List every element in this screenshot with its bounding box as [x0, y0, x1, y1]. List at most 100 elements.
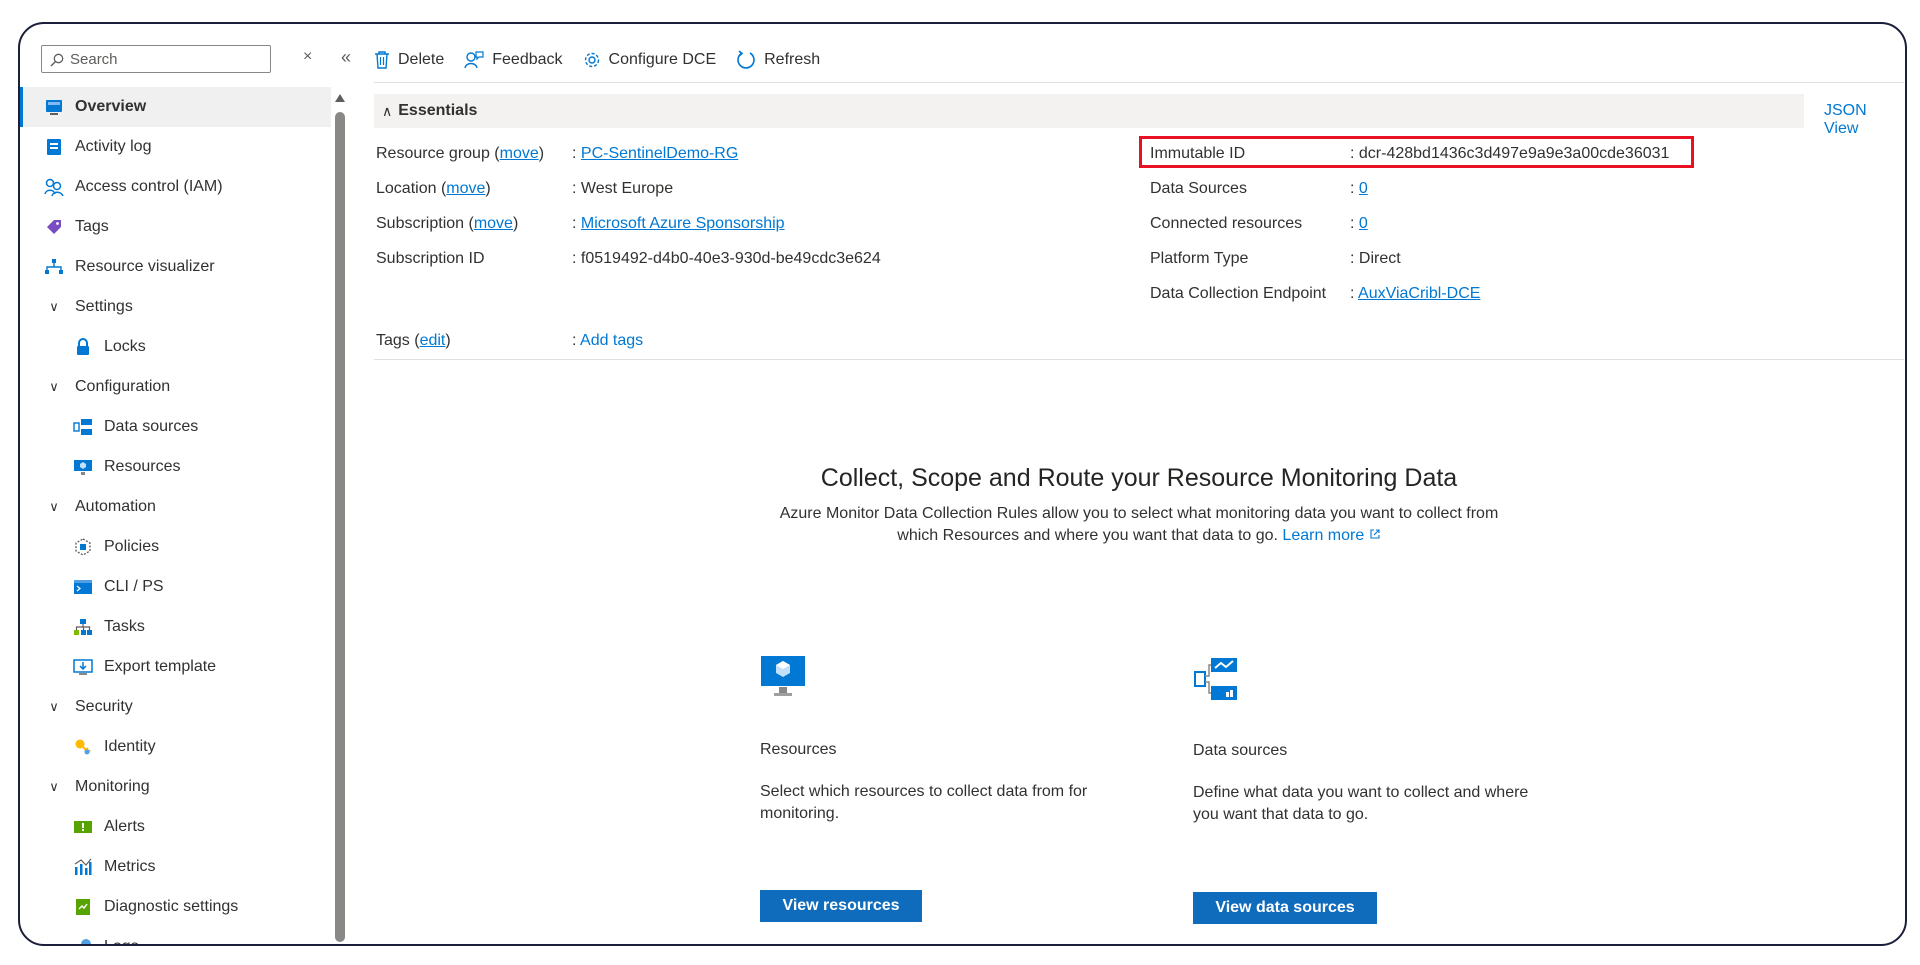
feedback-icon: [464, 51, 484, 69]
location-value: West Europe: [580, 180, 674, 197]
edit-tags-link[interactable]: edit: [420, 332, 446, 349]
sidebar-section-automation[interactable]: ∨ Automation: [20, 487, 331, 527]
delete-button[interactable]: Delete: [374, 51, 444, 69]
tags-label-row: Tags (edit): [376, 332, 451, 349]
overview-icon: [43, 96, 65, 118]
essentials-divider: [374, 359, 1904, 360]
sidebar-item-resources[interactable]: Resources: [20, 447, 331, 487]
alerts-icon: [72, 816, 94, 838]
scrollbar-thumb[interactable]: [335, 112, 345, 942]
sidebar-section-monitoring[interactable]: ∨ Monitoring: [20, 767, 331, 807]
connected-resources-count-link[interactable]: 0: [1359, 215, 1368, 232]
resources-card-icon: [760, 654, 806, 703]
tags-value-row: : Add tags: [572, 332, 643, 350]
sidebar-item-data-sources[interactable]: Data sources: [20, 407, 331, 447]
sidebar-item-access-control[interactable]: Access control (IAM): [20, 167, 331, 207]
sidebar-item-diagnostic-settings[interactable]: Diagnostic settings: [20, 887, 331, 927]
description-line-1: Azure Monitor Data Collection Rules allo…: [779, 505, 1499, 522]
separator: :: [1350, 285, 1355, 302]
description-line-2-row: which Resources and where you want that …: [764, 525, 1514, 547]
resources-card: Resources Select which resources to coll…: [760, 741, 1120, 825]
chevron-up-icon: ∧: [382, 102, 393, 119]
sidebar-item-tasks[interactable]: Tasks: [20, 607, 331, 647]
move-subscription-link[interactable]: move: [474, 215, 513, 232]
tag-icon: [43, 216, 65, 238]
getting-started-title: Collect, Scope and Route your Resource M…: [820, 464, 1458, 492]
subscription-link[interactable]: Microsoft Azure Sponsorship: [581, 215, 785, 232]
key-icon: [72, 736, 94, 758]
sidebar-item-label: Diagnostic settings: [104, 898, 239, 915]
gear-icon: [584, 52, 599, 68]
sidebar-item-metrics[interactable]: Metrics: [20, 847, 331, 887]
sidebar-item-cli-ps[interactable]: CLI / PS: [20, 567, 331, 607]
sidebar-item-label: Data sources: [104, 418, 199, 435]
dce-label: Data Collection Endpoint: [1150, 285, 1327, 302]
refresh-button[interactable]: Refresh: [736, 50, 820, 70]
trash-icon: [375, 51, 389, 69]
menu-scrollbar[interactable]: [334, 94, 346, 944]
configure-dce-label: Configure DCE: [608, 51, 717, 68]
menu-search-input[interactable]: [70, 49, 260, 69]
separator: :: [572, 332, 577, 349]
menu-search-box[interactable]: [41, 45, 271, 73]
resource-menu: × « Overview Activity log Access control…: [20, 24, 351, 944]
learn-more-link[interactable]: Learn more: [1282, 527, 1380, 544]
sidebar-item-label: Resource visualizer: [75, 258, 215, 275]
collapse-menu-icon[interactable]: «: [341, 47, 351, 68]
resources-card-description: Select which resources to collect data f…: [760, 783, 1088, 822]
platform-type-value: Direct: [1358, 250, 1401, 267]
configure-dce-button[interactable]: Configure DCE: [583, 51, 717, 69]
essentials-header[interactable]: ∧ Essentials: [374, 94, 1804, 128]
sidebar-item-identity[interactable]: Identity: [20, 727, 331, 767]
sidebar-item-tags[interactable]: Tags: [20, 207, 331, 247]
sidebar-item-label: Access control (IAM): [75, 178, 223, 195]
description-line-2: which Resources and where you want that …: [897, 527, 1278, 544]
subscription-label-row: Subscription (move): [376, 215, 519, 232]
move-location-link[interactable]: move: [446, 180, 485, 197]
sidebar-item-policies[interactable]: Policies: [20, 527, 331, 567]
json-view-link[interactable]: JSON View: [1824, 102, 1905, 138]
separator: :: [1350, 215, 1355, 232]
scroll-up-arrow-icon[interactable]: [335, 94, 345, 102]
sidebar-section-security[interactable]: ∨ Security: [20, 687, 331, 727]
clear-search-icon[interactable]: ×: [303, 48, 312, 66]
getting-started-description: Azure Monitor Data Collection Rules allo…: [764, 503, 1514, 547]
sidebar-item-export-template[interactable]: Export template: [20, 647, 331, 687]
data-sources-value-row: : 0: [1350, 180, 1368, 198]
search-icon: [50, 53, 64, 67]
sidebar-item-label: Metrics: [104, 858, 156, 875]
sidebar-item-overview[interactable]: Overview: [20, 87, 331, 127]
sidebar-item-alerts[interactable]: Alerts: [20, 807, 331, 847]
resource-group-link[interactable]: PC-SentinelDemo-RG: [581, 145, 738, 162]
chevron-down-icon: ∨: [49, 299, 59, 314]
sidebar-item-label: Resources: [104, 458, 181, 475]
resource-group-label-row: Resource group (move): [376, 145, 545, 162]
hierarchy-icon: [43, 256, 65, 278]
view-data-sources-button[interactable]: View data sources: [1193, 892, 1377, 924]
move-resource-group-link[interactable]: move: [500, 145, 539, 162]
sidebar-item-label: Export template: [104, 658, 217, 675]
connected-resources-value-row: : 0: [1350, 215, 1368, 233]
data-sources-card: Data sources Define what data you want t…: [1193, 742, 1553, 826]
sidebar-item-label: Locks: [104, 338, 146, 355]
sidebar-section-settings[interactable]: ∨ Settings: [20, 287, 331, 327]
external-link-icon: [1370, 529, 1380, 539]
policy-icon: [72, 536, 94, 558]
app-window: × « Overview Activity log Access control…: [18, 22, 1907, 946]
subscription-label: Subscription: [376, 215, 465, 232]
sidebar-item-activity-log[interactable]: Activity log: [20, 127, 331, 167]
dce-link[interactable]: AuxViaCribl-DCE: [1358, 285, 1480, 302]
subscription-value-row: : Microsoft Azure Sponsorship: [572, 215, 785, 233]
feedback-button[interactable]: Feedback: [464, 51, 563, 69]
separator: :: [572, 215, 577, 232]
sidebar-item-logs[interactable]: Logs: [20, 927, 331, 944]
separator: :: [1350, 180, 1355, 197]
sidebar-item-resource-visualizer[interactable]: Resource visualizer: [20, 247, 331, 287]
view-resources-button[interactable]: View resources: [760, 890, 922, 922]
sidebar-item-locks[interactable]: Locks: [20, 327, 331, 367]
sidebar-section-configuration[interactable]: ∨ Configuration: [20, 367, 331, 407]
separator: :: [572, 180, 577, 197]
data-sources-count-link[interactable]: 0: [1359, 180, 1368, 197]
add-tags-link[interactable]: Add tags: [580, 332, 643, 349]
chevron-down-icon: ∨: [49, 499, 59, 514]
